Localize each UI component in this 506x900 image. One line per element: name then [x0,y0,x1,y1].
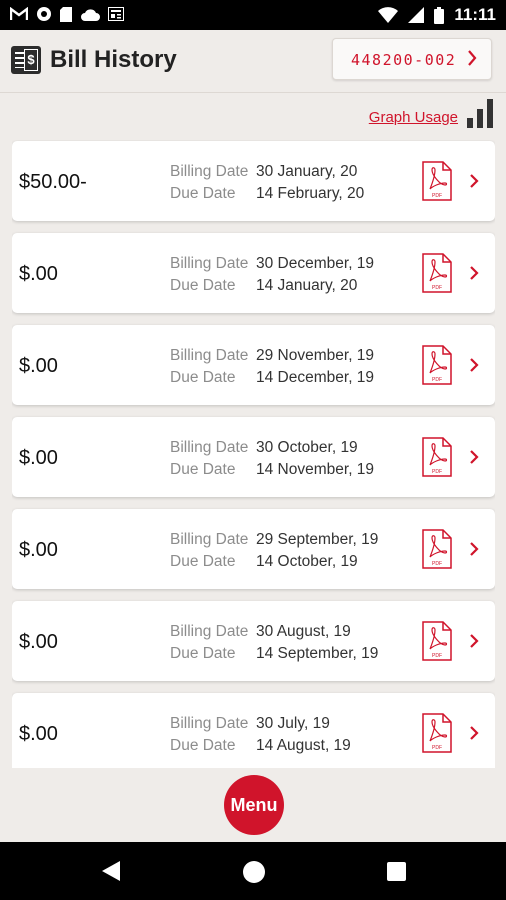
bill-amount: $.00 [19,355,58,377]
bill-amount: $50.00- [19,171,87,193]
bill-dates: Billing Date 29 November, 19 Due Date 14 D… [170,345,374,389]
status-left-icons [10,6,124,22]
chevron-right-icon[interactable] [469,265,479,281]
pdf-icon[interactable]: PDF [422,437,452,477]
chevron-right-icon[interactable] [469,541,479,557]
due-date-value: 14 August, 19 [256,737,351,754]
page-title: Bill History [50,46,177,73]
billing-date-label: Billing Date [170,347,249,364]
bar-chart-icon[interactable] [466,98,494,128]
navigation-bar [0,842,506,900]
svg-text:PDF: PDF [432,653,442,659]
due-date-value: 14 December, 19 [256,369,375,386]
pdf-icon[interactable]: PDF [422,713,452,753]
pdf-icon[interactable]: PDF [422,253,452,293]
chevron-right-icon[interactable] [469,173,479,189]
recents-icon[interactable] [387,862,406,881]
bill-amount: $.00 [19,631,58,653]
bill-card[interactable]: $.00 Billing Date 30 August, 19 Due Date 1… [12,601,495,681]
bill-card[interactable]: $.00 Billing Date 30 October, 19 Due Date… [12,417,495,497]
chevron-right-icon[interactable] [469,725,479,741]
bill-amount: $.00 [19,263,58,285]
due-date-label: Due Date [170,461,236,478]
bill-dates: Billing Date 30 January, 20 Due Date 14 Fe… [170,161,364,205]
due-date-value: 14 January, 20 [256,277,358,294]
gmail-icon [10,7,28,20]
home-icon[interactable] [243,861,265,883]
pdf-icon[interactable]: PDF [422,621,452,661]
due-date-value: 14 September, 19 [256,645,379,662]
bill-logo-icon: $ [11,46,41,74]
status-time: 11:11 [454,5,496,24]
due-date-label: Due Date [170,737,236,754]
wifi-icon [378,7,399,23]
pdf-icon[interactable]: PDF [422,161,452,201]
graph-usage-link[interactable]: Graph Usage [369,109,458,126]
due-date-label: Due Date [170,553,236,570]
menu-button[interactable]: Menu [224,775,284,835]
bill-amount: $.00 [19,539,58,561]
bill-card[interactable]: $.00 Billing Date 29 September, 19 Due Da… [12,509,495,589]
pdf-icon[interactable]: PDF [422,529,452,569]
billing-date-label: Billing Date [170,531,249,548]
cloud-icon [81,8,100,21]
news-icon [108,7,124,21]
due-date-value: 14 November, 19 [256,461,375,478]
bill-card[interactable]: $.00 Billing Date 30 July, 19 Due Date 14 … [12,693,495,768]
battery-icon [434,6,445,24]
bill-dates: Billing Date 29 September, 19 Due Date 14 … [170,529,378,573]
bill-dates: Billing Date 30 July, 19 Due Date 14 Augus… [170,713,351,757]
sd-card-icon [60,6,72,22]
bill-card[interactable]: $.00 Billing Date 30 December, 19 Due Dat… [12,233,495,313]
billing-date-value: 30 August, 19 [256,623,351,640]
account-number: 448200-002 [351,51,457,69]
pdf-icon[interactable]: PDF [422,345,452,385]
circle-icon [37,7,51,21]
signal-icon [408,7,425,23]
due-date-value: 14 October, 19 [256,553,358,570]
chevron-right-icon[interactable] [469,357,479,373]
bill-card[interactable]: $.00 Billing Date 29 November, 19 Due Dat… [12,325,495,405]
billing-date-label: Billing Date [170,715,249,732]
svg-text:PDF: PDF [432,193,442,199]
bill-amount: $.00 [19,447,58,469]
back-icon[interactable] [101,860,121,882]
chevron-right-icon[interactable] [469,633,479,649]
app-header: $ Bill History 448200-002 [0,30,506,93]
svg-text:PDF: PDF [432,745,442,751]
billing-date-label: Billing Date [170,439,249,456]
billing-date-value: 30 December, 19 [256,255,375,272]
due-date-label: Due Date [170,369,236,386]
billing-date-value: 30 January, 20 [256,163,358,180]
status-bar: 11:11 [0,0,506,30]
due-date-label: Due Date [170,277,236,294]
svg-text:PDF: PDF [432,285,442,291]
due-date-label: Due Date [170,645,236,662]
bill-amount: $.00 [19,723,58,745]
status-right-icons: 11:11 [378,5,496,25]
due-date-value: 14 February, 20 [256,185,365,202]
billing-date-value: 29 September, 19 [256,531,379,548]
billing-date-label: Billing Date [170,623,249,640]
svg-text:PDF: PDF [432,561,442,567]
bill-card[interactable]: $50.00- Billing Date 30 January, 20 Due D… [12,141,495,221]
due-date-label: Due Date [170,185,236,202]
svg-text:PDF: PDF [432,377,442,383]
bill-dates: Billing Date 30 October, 19 Due Date 14 No… [170,437,374,481]
billing-date-label: Billing Date [170,255,249,272]
chevron-right-icon[interactable] [469,449,479,465]
svg-text:PDF: PDF [432,469,442,475]
billing-date-label: Billing Date [170,163,249,180]
chevron-right-icon [468,50,477,66]
bill-dates: Billing Date 30 August, 19 Due Date 14 Sep… [170,621,378,665]
billing-date-value: 29 November, 19 [256,347,375,364]
bill-list[interactable]: $50.00- Billing Date 30 January, 20 Due D… [12,140,495,768]
billing-date-value: 30 July, 19 [256,715,330,732]
billing-date-value: 30 October, 19 [256,439,358,456]
account-selector-button[interactable]: 448200-002 [332,38,492,80]
bill-dates: Billing Date 30 December, 19 Due Date 14 J… [170,253,374,297]
